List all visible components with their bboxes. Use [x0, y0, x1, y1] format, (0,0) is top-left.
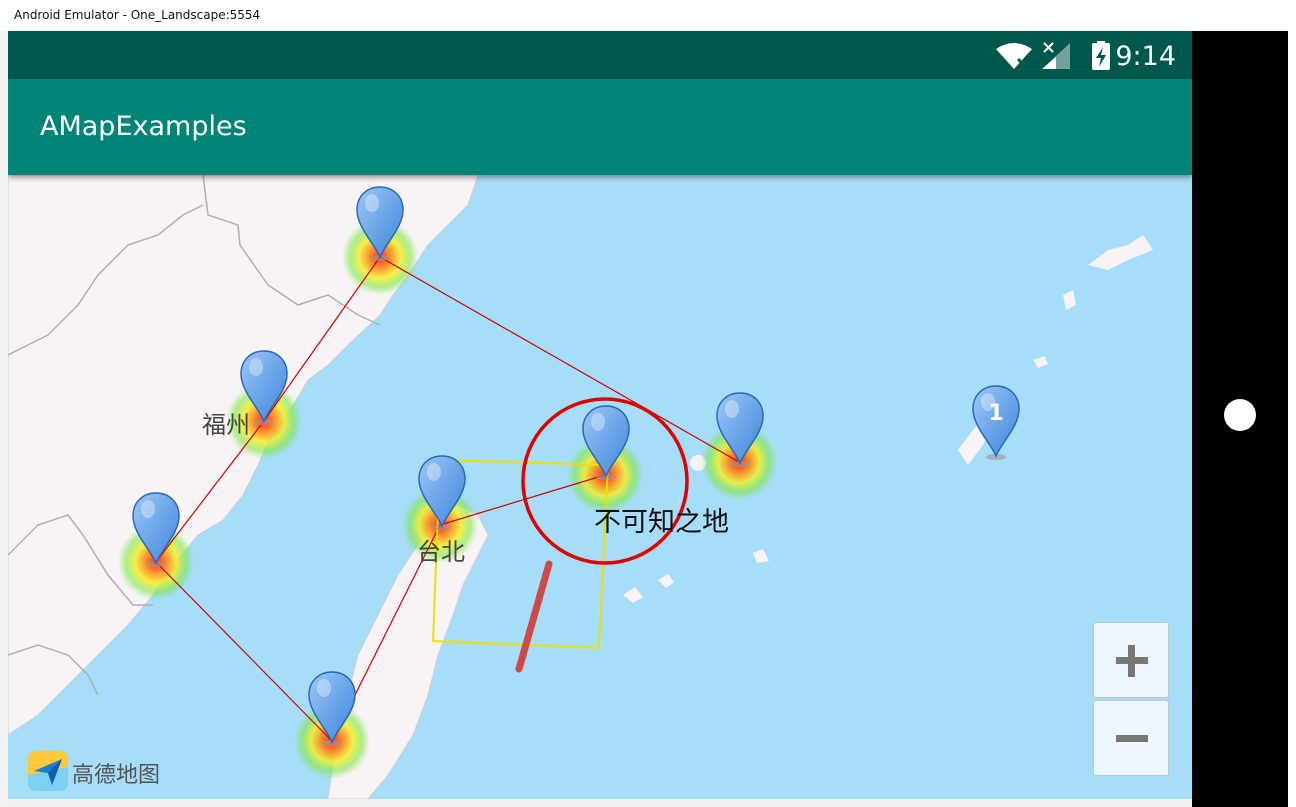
wifi-icon — [996, 43, 1032, 69]
emulator-window-titlebar: Android Emulator - One_Landscape:5554 — [0, 0, 1288, 32]
city-label-fuzhou: 福州 — [202, 411, 250, 439]
app-bar: AMapExamples — [8, 79, 1192, 175]
minus-icon — [1116, 735, 1148, 742]
bottom-edge-strip — [8, 799, 1192, 807]
device-screen: 9:14 AMapExamples 1 福州 台北 不可知之地 高德地图 — [8, 31, 1192, 799]
window-title: Android Emulator - One_Landscape:5554 — [14, 8, 261, 22]
no-signal-icon — [1042, 42, 1070, 69]
status-time: 9:14 — [1115, 41, 1176, 72]
marker-info-label: 不可知之地 — [594, 507, 729, 538]
app-title: AMapExamples — [40, 111, 247, 142]
island-small — [658, 574, 674, 588]
zoom-out-button[interactable] — [1093, 700, 1169, 776]
island-ryukyu — [1088, 235, 1153, 270]
route-polyline-segment — [379, 256, 740, 463]
amap-logo-icon — [28, 751, 68, 791]
city-label-taipei: 台北 — [417, 538, 465, 566]
map-view[interactable]: 1 福州 台北 不可知之地 高德地图 — [8, 175, 1192, 799]
island-small — [1033, 356, 1048, 368]
zoom-in-button[interactable] — [1093, 622, 1169, 698]
battery-charging-icon — [1092, 41, 1110, 70]
thick-line — [515, 560, 553, 673]
left-edge-strip — [0, 31, 8, 807]
cluster-marker-count: 1 — [988, 401, 1003, 426]
plus-icon-vertical — [1128, 645, 1135, 677]
status-bar: 9:14 — [8, 31, 1192, 79]
island-ryukyu — [1063, 290, 1076, 310]
island-small — [623, 587, 643, 603]
island-small — [753, 549, 769, 563]
amap-logo-text: 高德地图 — [72, 763, 161, 788]
emulator-home-button[interactable] — [1224, 399, 1256, 431]
